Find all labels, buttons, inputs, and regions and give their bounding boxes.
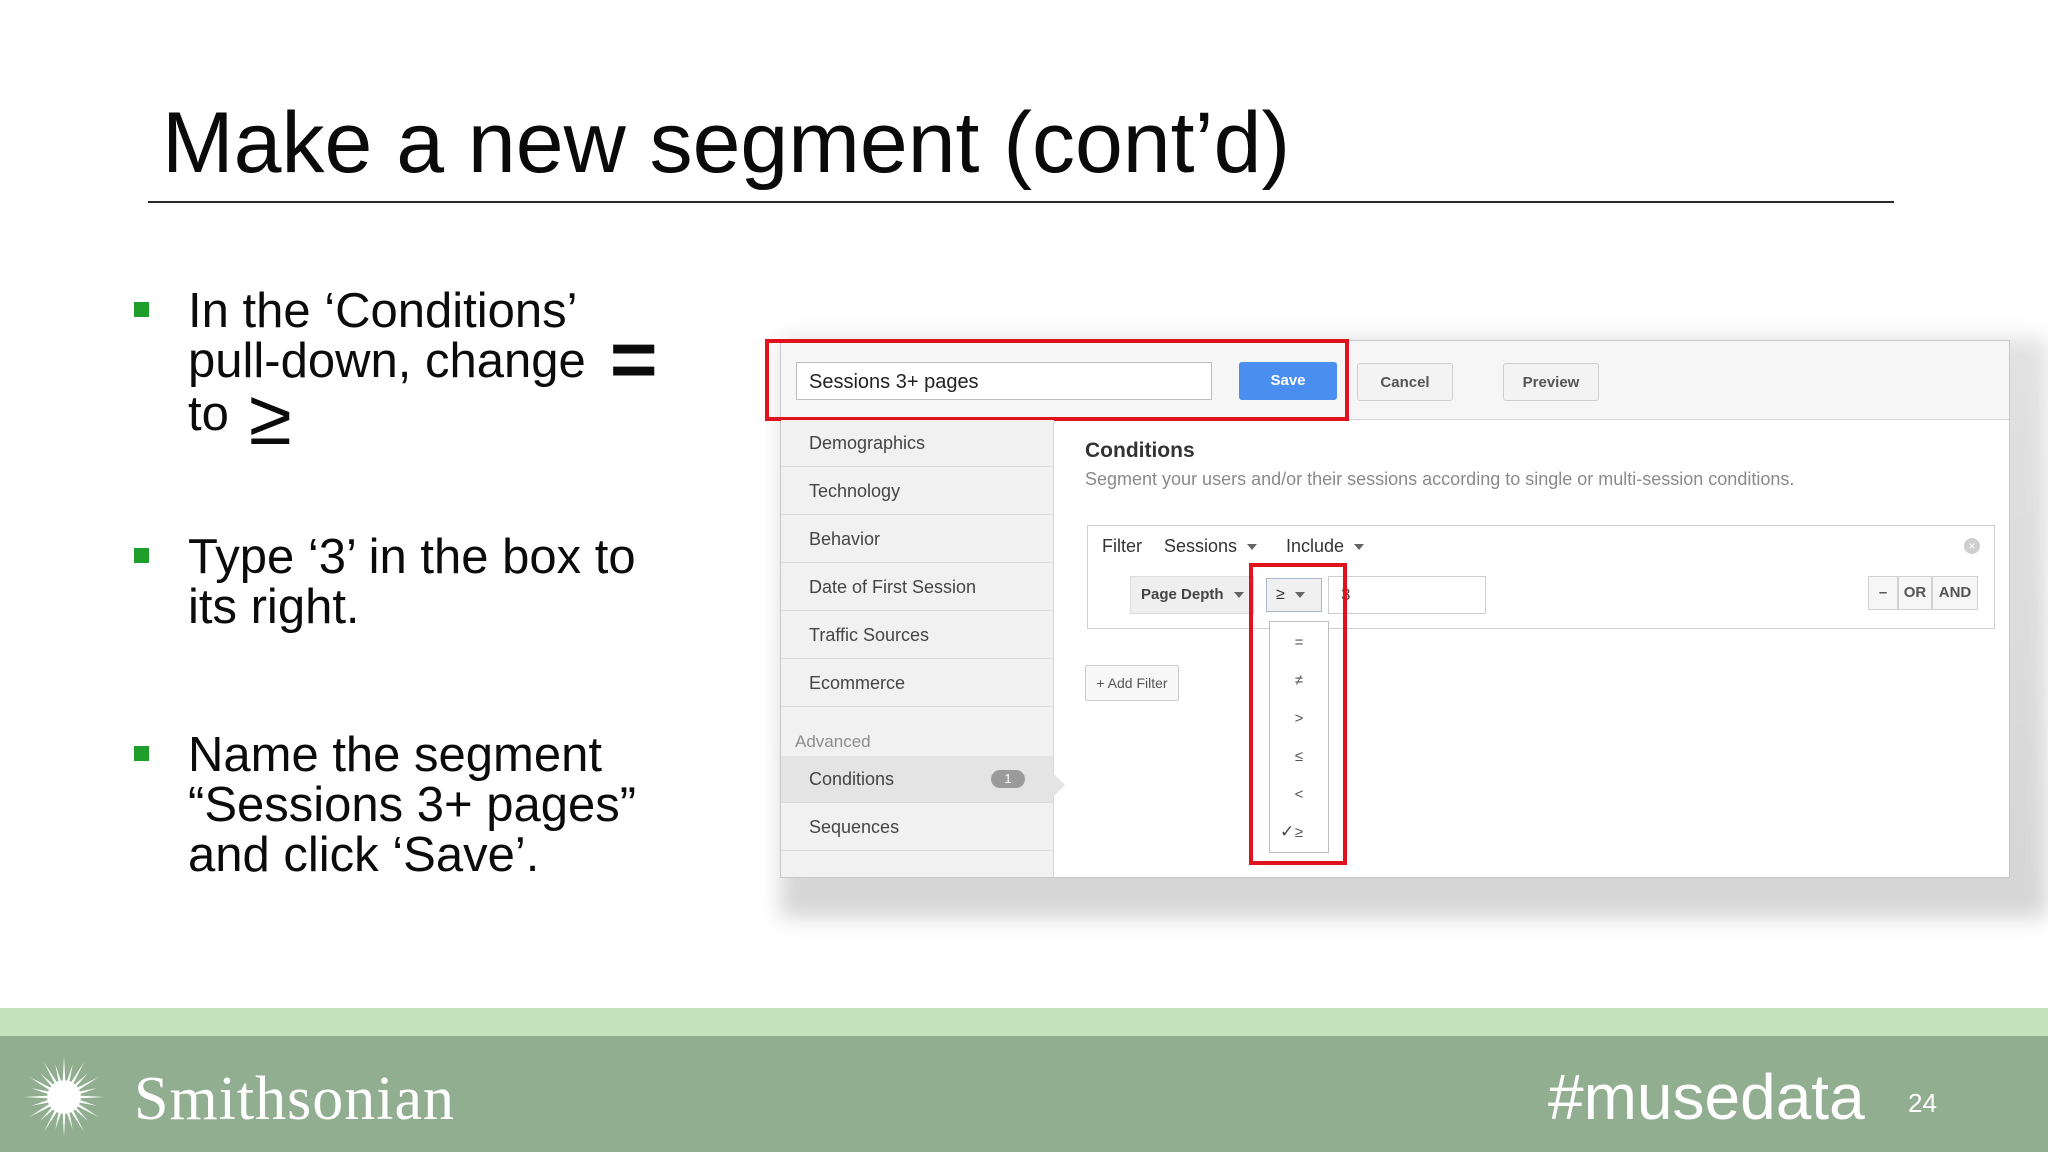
chevron-down-icon — [1354, 544, 1365, 551]
sun-ray — [78, 1088, 97, 1095]
bullet-marker — [134, 548, 149, 563]
sun-ray — [62, 1056, 66, 1082]
slide-title: Make a new segment (cont’d) — [162, 95, 1291, 191]
sun-ray — [79, 1095, 105, 1099]
bullet-text: Type ‘3’ in the box to its right. — [188, 532, 636, 632]
sidebar-item-conditions[interactable]: Conditions 1 — [781, 756, 1053, 803]
segment-editor-screenshot: Sessions 3+ pages Save Cancel Preview De… — [765, 339, 2010, 878]
sun-ray — [78, 1099, 97, 1106]
sidebar-item-label: Conditions — [809, 769, 895, 789]
filter-label: Filter — [1102, 536, 1142, 556]
sidebar-item-ecommerce[interactable]: Ecommerce — [781, 660, 1053, 707]
bullet-marker — [134, 746, 149, 761]
and-button[interactable]: AND — [1932, 576, 1978, 610]
sun-ray — [31, 1099, 50, 1106]
chevron-down-icon — [1247, 544, 1258, 551]
filter-mode-dropdown[interactable]: Include — [1286, 536, 1365, 557]
bullet-line: In the ‘Conditions’ — [188, 284, 578, 338]
bullet-line: to ≥ — [188, 373, 292, 462]
cancel-button[interactable]: Cancel — [1357, 363, 1453, 401]
dimension-dropdown[interactable]: Page Depth — [1130, 576, 1254, 614]
filter-value-input[interactable]: 3 — [1328, 576, 1486, 614]
gte-symbol: ≥ — [248, 373, 292, 462]
sun-ray — [31, 1088, 50, 1095]
sun-ray — [55, 1064, 62, 1083]
selected-indicator — [1053, 773, 1065, 797]
sidebar-item-date-first-session[interactable]: Date of First Session — [781, 564, 1053, 611]
page-number: 24 — [1908, 1088, 1937, 1118]
bullet-line: Type ‘3’ in the box to — [188, 530, 636, 584]
close-icon[interactable]: × — [1964, 538, 1980, 554]
bullet-line: Name the segment — [188, 728, 602, 782]
remove-condition-button[interactable]: – — [1868, 576, 1898, 610]
sidebar-item-traffic-sources[interactable]: Traffic Sources — [781, 612, 1053, 659]
filter-scope-dropdown[interactable]: Sessions — [1164, 536, 1258, 557]
conditions-heading: Conditions — [1085, 439, 1195, 462]
smithsonian-wordmark: Smithsonian — [134, 1065, 456, 1133]
sun-ray — [62, 1112, 66, 1138]
conditions-count-badge: 1 — [991, 770, 1025, 788]
sun-ray — [55, 1111, 62, 1130]
preview-button[interactable]: Preview — [1503, 363, 1599, 401]
conditions-description: Segment your users and/or their sessions… — [1085, 469, 1795, 489]
segment-sidebar: Demographics Technology Behavior Date of… — [781, 420, 1054, 877]
bullet-marker — [134, 302, 149, 317]
or-button[interactable]: OR — [1898, 576, 1932, 610]
sidebar-item-sequences[interactable]: Sequences — [781, 804, 1053, 851]
sun-logo-icon — [23, 1056, 105, 1138]
bullet-text: In the ‘Conditions’ pull-down, change = t… — [188, 284, 658, 462]
bullet-line: its right. — [188, 580, 360, 634]
hashtag: #musedata — [1548, 1061, 1865, 1133]
chevron-down-icon — [1233, 592, 1244, 599]
sidebar-item-technology[interactable]: Technology — [781, 468, 1053, 515]
sidebar-item-demographics[interactable]: Demographics — [781, 420, 1053, 467]
equals-symbol: = — [609, 314, 658, 406]
sidebar-item-behavior[interactable]: Behavior — [781, 516, 1053, 563]
add-filter-button[interactable]: + Add Filter — [1085, 665, 1179, 701]
advanced-caption: Advanced — [795, 732, 871, 751]
bullet-line: and click ‘Save’. — [188, 828, 540, 882]
bullet-line: “Sessions 3+ pages” — [188, 778, 637, 832]
filter-panel: Filter Sessions Include × Page Depth ≥ 3… — [1087, 525, 1995, 629]
footer-accent-strip — [0, 1008, 2048, 1036]
sun-ray — [66, 1064, 73, 1083]
highlight-operator-dropdown — [1249, 563, 1347, 865]
title-divider — [148, 201, 1894, 203]
sun-ray — [66, 1111, 73, 1130]
bullet-text: Name the segment “Sessions 3+ pages” and… — [188, 730, 636, 880]
sun-ray — [23, 1095, 49, 1099]
highlight-name-save — [765, 339, 1349, 421]
